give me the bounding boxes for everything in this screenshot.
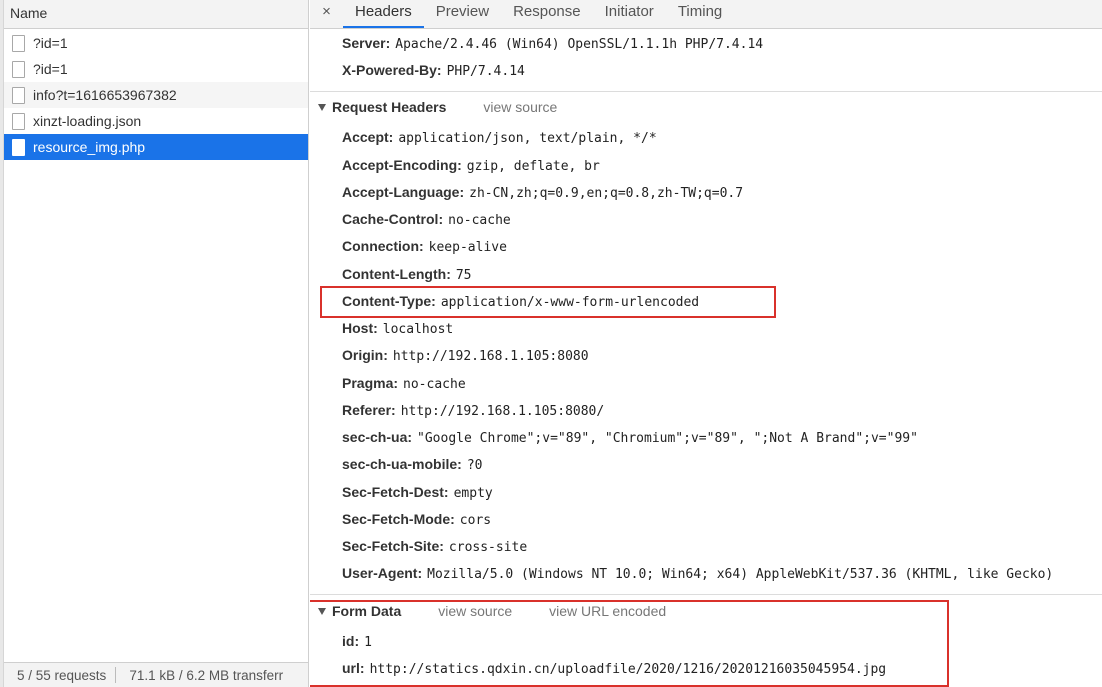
- header-key: X-Powered-By:: [342, 62, 442, 78]
- request-name: info?t=1616653967382: [33, 87, 177, 103]
- status-bar: 5 / 55 requests 71.1 kB / 6.2 MB transfe…: [4, 662, 308, 687]
- header-value: no-cache: [403, 377, 466, 392]
- view-source-link[interactable]: view source: [483, 95, 557, 119]
- header-row: Accept: application/json, text/plain, */*: [342, 125, 657, 149]
- tab-initiator[interactable]: Initiator: [593, 0, 666, 28]
- request-name: ?id=1: [33, 61, 68, 77]
- header-value: no-cache: [448, 213, 511, 228]
- tab-response[interactable]: Response: [501, 0, 593, 28]
- request-row[interactable]: ?id=1: [4, 56, 308, 82]
- request-list-panel: Name ?id=1 ?id=1 info?t=1616653967382 xi…: [0, 0, 309, 687]
- header-row: sec-ch-ua: "Google Chrome";v="89", "Chrom…: [342, 425, 918, 449]
- file-icon: [12, 60, 25, 78]
- request-name: xinzt-loading.json: [33, 113, 142, 129]
- header-key: sec-ch-ua:: [342, 429, 413, 445]
- header-key: Pragma:: [342, 375, 399, 391]
- header-row: sec-ch-ua-mobile: ?0: [342, 452, 482, 476]
- header-key: sec-ch-ua-mobile:: [342, 456, 462, 472]
- content-type-highlight-box: [320, 286, 776, 318]
- header-key: Host:: [342, 320, 378, 336]
- section-divider: [310, 594, 1102, 595]
- header-row: Sec-Fetch-Site: cross-site: [342, 534, 527, 558]
- header-row: Sec-Fetch-Mode: cors: [342, 507, 491, 531]
- file-icon: [12, 34, 25, 52]
- header-value: Mozilla/5.0 (Windows NT 10.0; Win64; x64…: [427, 567, 1054, 582]
- detail-tabbar: × Headers Preview Response Initiator Tim…: [310, 0, 1102, 29]
- header-value: http://192.168.1.105:8080: [392, 349, 589, 364]
- form-data-highlight-box: [310, 600, 949, 687]
- request-list: ?id=1 ?id=1 info?t=1616653967382 xinzt-l…: [4, 30, 308, 160]
- header-row: X-Powered-By: PHP/7.4.14: [342, 58, 525, 82]
- header-row: Pragma: no-cache: [342, 371, 466, 395]
- header-row: Origin: http://192.168.1.105:8080: [342, 343, 589, 367]
- header-key: Referer:: [342, 402, 396, 418]
- tab-timing[interactable]: Timing: [666, 0, 734, 28]
- request-detail-panel: × Headers Preview Response Initiator Tim…: [310, 0, 1102, 687]
- header-key: Cache-Control:: [342, 211, 444, 227]
- header-value: ?0: [466, 458, 483, 473]
- tab-headers[interactable]: Headers: [343, 0, 424, 28]
- request-name: ?id=1: [33, 35, 68, 51]
- file-icon: [12, 138, 25, 156]
- request-name: resource_img.php: [33, 139, 146, 155]
- header-value: PHP/7.4.14: [446, 64, 525, 79]
- section-divider: [310, 91, 1102, 92]
- request-count: 5 / 55 requests: [17, 668, 107, 683]
- header-key: Accept-Language:: [342, 184, 465, 200]
- request-row[interactable]: info?t=1616653967382: [4, 82, 308, 108]
- header-row: Cache-Control: no-cache: [342, 207, 511, 231]
- header-key: Accept-Encoding:: [342, 157, 462, 173]
- request-row[interactable]: xinzt-loading.json: [4, 108, 308, 134]
- header-value: gzip, deflate, br: [466, 159, 600, 174]
- header-value: http://192.168.1.105:8080/: [400, 404, 605, 419]
- header-key: Content-Length:: [342, 266, 451, 282]
- header-value: cross-site: [448, 540, 528, 555]
- header-value: "Google Chrome";v="89", "Chromium";v="89…: [417, 431, 918, 446]
- header-row: Host: localhost: [342, 316, 453, 340]
- header-key: User-Agent:: [342, 565, 423, 581]
- header-value: application/json, text/plain, */*: [398, 131, 657, 146]
- header-value: empty: [453, 486, 493, 501]
- triangle-down-icon: [318, 103, 326, 111]
- header-key: Origin:: [342, 347, 388, 363]
- header-key: Connection:: [342, 238, 424, 254]
- file-icon: [12, 112, 25, 130]
- request-row[interactable]: ?id=1: [4, 30, 308, 56]
- header-row: Content-Length: 75: [342, 262, 472, 286]
- header-key: Sec-Fetch-Mode:: [342, 511, 455, 527]
- section-title: Request Headers: [332, 99, 447, 115]
- header-row: Accept-Encoding: gzip, deflate, br: [342, 153, 600, 177]
- header-value: Apache/2.4.46 (Win64) OpenSSL/1.1.1h PHP…: [395, 37, 764, 52]
- file-icon: [12, 86, 25, 104]
- header-key: Accept:: [342, 129, 394, 145]
- header-key: Server:: [342, 35, 391, 51]
- header-row: Referer: http://192.168.1.105:8080/: [342, 398, 604, 422]
- header-key: Sec-Fetch-Dest:: [342, 484, 449, 500]
- header-value: cors: [459, 513, 492, 528]
- close-icon[interactable]: ×: [310, 0, 343, 28]
- header-key: Sec-Fetch-Site:: [342, 538, 444, 554]
- name-column-header[interactable]: Name: [4, 0, 308, 29]
- header-value: localhost: [382, 322, 454, 337]
- header-value: zh-CN,zh;q=0.9,en;q=0.8,zh-TW;q=0.7: [469, 186, 744, 201]
- header-row: Accept-Language: zh-CN,zh;q=0.9,en;q=0.8,…: [342, 180, 743, 204]
- header-value: 75: [455, 268, 472, 283]
- request-row-selected[interactable]: resource_img.php: [4, 134, 308, 160]
- header-row: User-Agent: Mozilla/5.0 (Windows NT 10.0;…: [342, 561, 1053, 585]
- header-row: Sec-Fetch-Dest: empty: [342, 480, 493, 504]
- request-headers-toggle[interactable]: Request Headers view source: [318, 95, 557, 119]
- header-value: keep-alive: [428, 240, 507, 255]
- header-row: Server: Apache/2.4.46 (Win64) OpenSSL/1.1…: [342, 31, 763, 55]
- header-row: Connection: keep-alive: [342, 234, 507, 258]
- tab-preview[interactable]: Preview: [424, 0, 501, 28]
- transfer-size: 71.1 kB / 6.2 MB transferr: [129, 668, 284, 683]
